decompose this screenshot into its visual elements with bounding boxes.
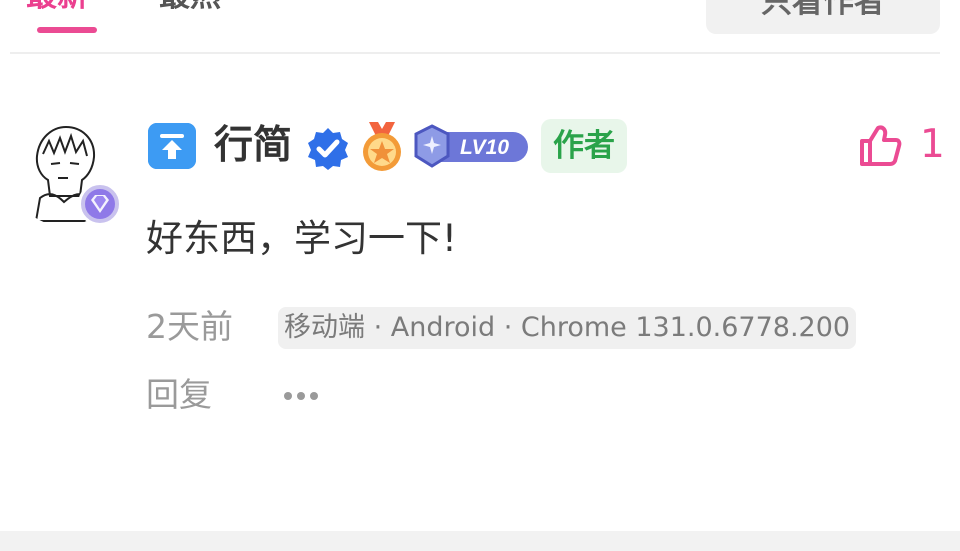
- tab-latest[interactable]: 最新: [26, 0, 88, 18]
- level-badge: LV10: [412, 124, 530, 168]
- username[interactable]: 行简: [214, 118, 292, 174]
- device-info: 移动端 · Android · Chrome 131.0.6778.200: [278, 307, 857, 349]
- diamond-badge-icon: [78, 182, 122, 226]
- level-text: LV10: [460, 136, 509, 159]
- active-tab-indicator: [37, 27, 97, 33]
- tab-hot[interactable]: 最热: [159, 0, 221, 18]
- section-divider: [0, 531, 960, 551]
- avatar[interactable]: [10, 118, 122, 228]
- comment-sort-tabs: 最新 最热 只看作者: [0, 0, 960, 54]
- author-only-button[interactable]: 只看作者: [706, 0, 940, 34]
- app-upload-icon: [148, 123, 196, 169]
- like-count: 1: [920, 122, 945, 167]
- divider: [10, 52, 940, 54]
- author-badge: 作者: [541, 119, 627, 173]
- medal-icon: [360, 122, 404, 172]
- thumbs-up-icon[interactable]: [858, 124, 902, 166]
- comment-text: 好东西，学习一下!: [146, 217, 457, 260]
- comment-time: 2天前: [146, 307, 233, 346]
- reply-button[interactable]: 回复: [146, 372, 212, 418]
- verified-icon: [306, 126, 350, 170]
- more-options-icon[interactable]: [282, 388, 322, 404]
